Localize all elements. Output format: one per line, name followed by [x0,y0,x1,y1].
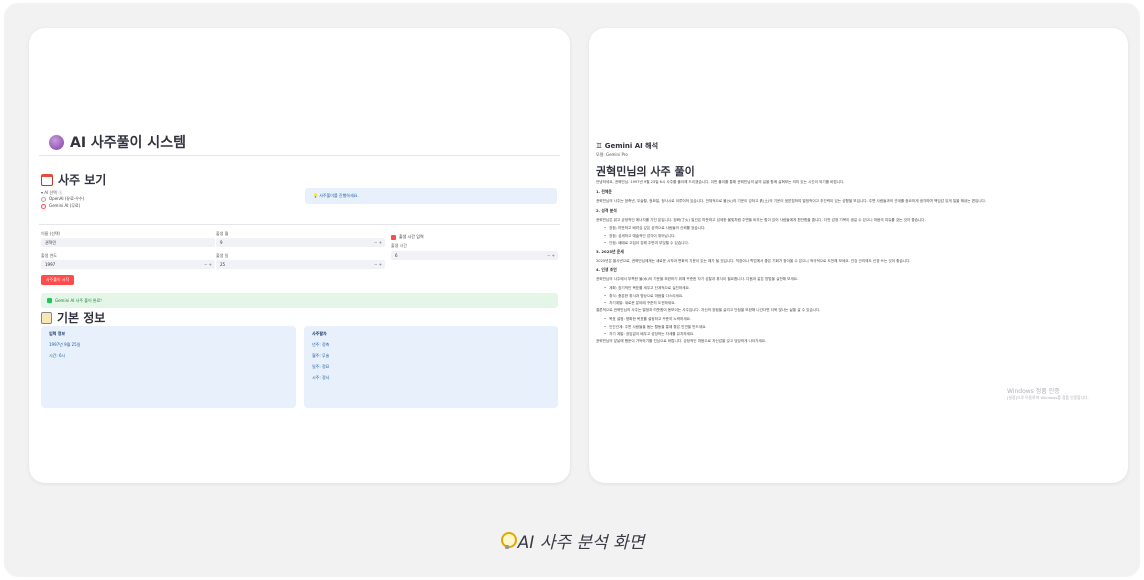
start-saju-button[interactable]: 사주풀이 시작 [41,275,74,285]
list-item: 계획: 장기적인 목표를 세우고 단계적으로 실천하세요. [604,286,1119,291]
stepper-icon[interactable]: − + [374,240,382,245]
gemini-result-screenshot: ♊ Gemini AI 해석 모델: Gemini Pro 권혁민님의 사주 풀… [589,28,1128,483]
panel-row: 1997년 9월 25일 [49,342,81,347]
hour-stepper[interactable]: 6 − + [391,251,558,260]
figure-frame: AI 사주풀이 시스템 사주 보기 ▾ AI 선택 ⓘ OpenAI (유료-우… [4,3,1140,577]
year-label: 출생 연도 [41,253,57,258]
panel-header: 사주팔자 [312,331,327,336]
section-heading-basic: 기본 정보 [41,309,105,326]
list-item: 목표 설정: 명확한 목표를 설정하고 꾸준히 노력하세요. [604,317,1119,322]
paragraph: 권혁민님은 밝고 긍정적인 에너지를 가진 분입니다. 정화(丁火) 일간은 따… [596,217,926,222]
panel-row: 월주: 무술 [312,353,330,358]
panel-row: 시간: 6시 [49,353,66,358]
model-line: 모델: Gemini Pro [596,152,628,157]
lightbulb-icon [500,531,517,550]
saju-app-screenshot: AI 사주풀이 시스템 사주 보기 ▾ AI 선택 ⓘ OpenAI (유료-우… [29,28,570,483]
clipboard-icon [41,311,52,324]
list-item: 휴식: 충분한 휴식과 명상으로 마음을 다스리세요. [604,294,1119,299]
gemini-heading: ♊ Gemini AI 해석 [596,142,659,150]
paragraph: 권혁민님의 사주는 정축년, 무술월, 정묘일, 정사시로 이루어져 있습니다.… [596,198,987,203]
crystal-ball-icon [49,134,64,150]
panel-header: 입력 정보 [49,331,66,336]
stepper-icon[interactable]: − + [374,262,382,267]
paragraph: 권혁민님의 앞날에 행운이 가득하기를 진심으로 바랍니다. 긍정적인 마음으로… [596,339,767,344]
paragraph: 2025년은 을사년으로, 권혁민님에게는 새로운 시작과 변화의 기운이 있는… [596,258,911,263]
input-info-panel: 입력 정보 1997년 9월 25일 시간: 6시 [41,326,296,408]
paragraph: 결론적으로 권혁민님의 사주는 열정과 따뜻함이 돋보이는 사주입니다. 자신의… [596,308,821,313]
day-label: 출생 일 [216,253,229,258]
paragraph: 안녕하세요, 권혁민님. 1997년 9월 25일 6시 사주를 풀이해 드리겠… [596,180,845,184]
saju-pillars-panel: 사주팔자 년주: 정축 월주: 무술 일주: 정묘 시주: 정사 [304,326,558,408]
stepper-icon[interactable]: − + [204,262,212,267]
checkbox-checked-icon [391,234,396,240]
divider [39,155,560,156]
section-heading: 4. 인생 조언 [596,267,617,273]
month-label: 출생 월 [216,231,229,236]
calendar-icon [41,173,53,186]
list-item: 장점: 따뜻하고 배려심 깊은 성격으로 사람들의 신뢰를 얻습니다. [604,226,1119,231]
section-heading: 3. 2025년 운세 [596,248,624,254]
day-stepper[interactable]: 25 − + [216,260,385,269]
radio-gemini[interactable]: Gemini AI (무료) [41,203,80,209]
figure-caption: AI 사주 분석 화면 [4,528,1140,553]
divider [39,224,560,225]
list-item: 자기 계발: 끊임없이 배우고 성장하는 자세를 유지하세요. [604,332,1119,337]
list-item: 단점: 때때로 고집이 강해 주변과 부딪힐 수 있습니다. [604,241,1119,246]
time-checkbox[interactable]: 출생 시간 입력 [391,234,424,240]
check-icon [47,298,52,303]
hour-label: 출생 시간 [391,243,407,248]
panel-row: 일주: 정묘 [312,364,330,369]
list-item: 장점: 섬세하고 예술적인 감각이 뛰어납니다. [604,234,1119,239]
stepper-icon[interactable]: − + [547,253,555,258]
radio-circle [41,196,46,202]
section-heading-view: 사주 보기 [41,171,106,188]
result-title: 권혁민님의 사주 풀이 [596,165,695,178]
section-heading: 1. 전체운 [596,188,612,194]
panel-row: 년주: 정축 [312,342,330,347]
radio-circle-selected [41,203,46,209]
year-stepper[interactable]: 1997 − + [41,260,215,269]
result-body: 안녕하세요, 권혁민님. 1997년 9월 25일 6시 사주를 풀이해 드리겠… [596,180,1119,348]
section-heading: 2. 성격 분석 [596,207,617,213]
app-title: AI 사주풀이 시스템 [49,132,186,152]
panel-row: 시주: 정사 [312,375,330,380]
radio-openai[interactable]: OpenAI (유료-우수) [41,196,84,202]
month-stepper[interactable]: 9 − + [216,238,385,247]
list-item: 자기계발: 새로운 분야에 꾸준히 도전하세요. [604,301,1119,306]
success-message: Gemini AI 사주 풀이 완료! [41,293,558,308]
name-input[interactable]: 권혁민 [41,238,215,247]
name-label: 이름 (선택) [41,231,61,236]
list-item: 인간관계: 주변 사람들을 돕는 활동을 통해 좋은 인연을 만드세요. [604,325,1119,330]
paragraph: 권혁민님의 사주에서 부족한 물(水)의 기운을 보완하기 위해 꾸준한 자기 … [596,277,799,282]
info-message: 💡 사주풀이를 진행하세요. [305,188,557,204]
windows-activation-watermark: Windows 정품 인증 [설정]으로 이동하여 Windows를 정품 인증… [1007,388,1089,400]
